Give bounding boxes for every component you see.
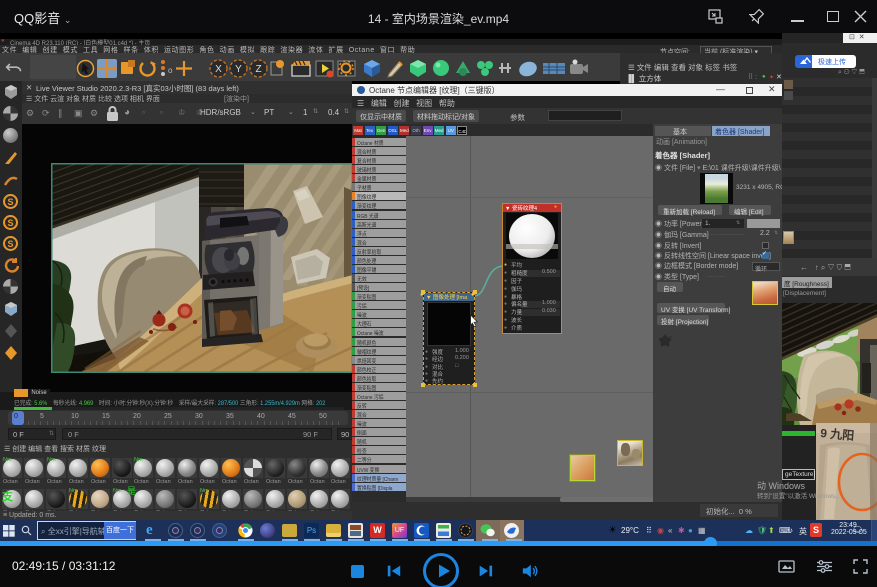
svg-text:9 九阳: 9 九阳 — [820, 425, 855, 443]
svg-text:X: X — [215, 64, 222, 75]
svg-text:Z: Z — [255, 64, 261, 75]
svg-text:MST: MST — [668, 335, 673, 339]
svg-text:Y: Y — [235, 64, 242, 75]
